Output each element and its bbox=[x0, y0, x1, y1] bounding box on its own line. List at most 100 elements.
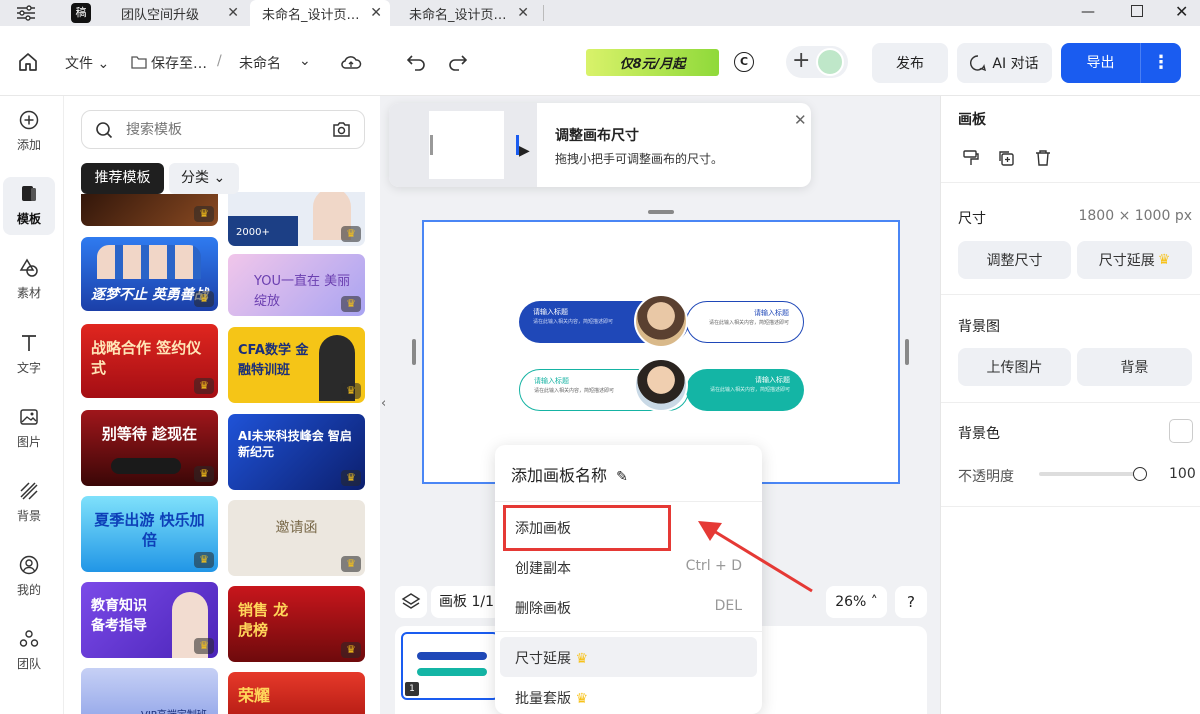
image-icon bbox=[20, 409, 38, 425]
format-painter-icon[interactable] bbox=[962, 149, 980, 167]
menu-item-batch-apply[interactable]: 批量套版 ♛ bbox=[515, 688, 588, 708]
collapse-panel-icon[interactable]: ‹ bbox=[381, 396, 391, 426]
template-card[interactable]: 逐梦不止 英勇善战 ♛ bbox=[81, 237, 218, 311]
promo-text: 仅8元/月起 bbox=[619, 57, 686, 72]
settings-icon[interactable] bbox=[16, 4, 36, 22]
edit-pencil-icon[interactable]: ✎ bbox=[616, 469, 628, 485]
camera-icon[interactable] bbox=[332, 121, 351, 138]
close-icon[interactable]: ✕ bbox=[794, 111, 807, 129]
artboard-photo-2[interactable] bbox=[634, 358, 688, 412]
crown-icon: ♛ bbox=[341, 556, 361, 572]
template-card[interactable]: 教育知识 备考指导 ♛ bbox=[81, 582, 218, 658]
layers-button[interactable] bbox=[395, 586, 427, 618]
rail-item-background[interactable]: 背景 bbox=[0, 481, 58, 524]
tab-design-1[interactable]: 未命名_设计页… ✕ bbox=[250, 0, 390, 26]
tab-label: 未命名_设计页… bbox=[262, 7, 360, 23]
publish-button[interactable]: 发布 bbox=[872, 43, 948, 83]
resize-handle-top[interactable] bbox=[648, 210, 674, 214]
page-indicator[interactable]: 画板 1/1 bbox=[431, 586, 501, 618]
minimize-icon[interactable]: — bbox=[1081, 4, 1095, 20]
template-card[interactable]: 2000+ ♛ bbox=[228, 192, 365, 246]
shapes-icon bbox=[19, 258, 38, 277]
export-button[interactable]: 导出 bbox=[1061, 43, 1140, 83]
search-input[interactable] bbox=[126, 119, 306, 141]
promo-banner[interactable]: 仅8元/月起 bbox=[586, 49, 719, 76]
cloud-sync-icon[interactable] bbox=[340, 53, 362, 71]
opacity-slider[interactable] bbox=[1039, 472, 1139, 476]
template-card[interactable]: YOU一直在 美丽绽放 ♛ bbox=[228, 254, 365, 316]
artboard-photo-1[interactable] bbox=[634, 294, 688, 348]
card-title: 战略合作 签约仪式 bbox=[91, 339, 202, 377]
save-to-button[interactable]: 保存至… bbox=[151, 53, 207, 73]
size-extend-button[interactable]: 尺寸延展 ♛ bbox=[1077, 241, 1192, 279]
tab-recommend[interactable]: 推荐模板 bbox=[81, 163, 164, 194]
copyright-icon[interactable]: C bbox=[734, 52, 754, 72]
rail-label: 添加 bbox=[16, 138, 41, 152]
menu-item-duplicate[interactable]: 创建副本 bbox=[515, 558, 571, 578]
resize-button[interactable]: 调整尺寸 bbox=[958, 241, 1071, 279]
opacity-slider-thumb[interactable] bbox=[1133, 467, 1147, 481]
page-number: 1 bbox=[405, 682, 419, 696]
template-card[interactable]: 别等待 趁现在 ♛ bbox=[81, 410, 218, 486]
menu-title[interactable]: 添加画板名称 ✎ bbox=[511, 462, 628, 486]
menu-item-delete[interactable]: 删除画板 bbox=[515, 598, 571, 618]
undo-icon[interactable] bbox=[407, 53, 427, 71]
search-icon bbox=[95, 121, 113, 139]
resize-handle-right[interactable] bbox=[905, 339, 909, 365]
card-title: 邀请函 bbox=[275, 520, 318, 536]
collaborators-group[interactable]: + bbox=[786, 46, 848, 78]
rail-item-mine[interactable]: 我的 bbox=[0, 555, 58, 598]
close-icon[interactable]: ✕ bbox=[227, 5, 239, 21]
add-member-icon[interactable]: + bbox=[792, 48, 810, 74]
bg-color-swatch[interactable] bbox=[1169, 419, 1193, 443]
template-card[interactable]: VIP高端定制班 bbox=[81, 668, 218, 714]
rail-item-elements[interactable]: 素材 bbox=[0, 258, 58, 301]
redo-icon[interactable] bbox=[447, 53, 467, 71]
template-card[interactable]: 邀请函 ♛ bbox=[228, 500, 365, 576]
rail-item-templates[interactable]: 模板 bbox=[0, 184, 58, 227]
artboard-pill-2[interactable]: 请输入标题 请在此输入相关内容，简短描述即可 bbox=[686, 301, 804, 343]
template-card[interactable]: 荣耀 bbox=[228, 672, 365, 714]
upload-image-button[interactable]: 上传图片 bbox=[958, 348, 1071, 386]
pill-title: 请输入标题 bbox=[534, 377, 569, 385]
maximize-icon[interactable] bbox=[1131, 5, 1143, 17]
resize-handle-left[interactable] bbox=[412, 339, 416, 365]
ai-chat-button[interactable]: AI 对话 bbox=[957, 43, 1052, 83]
trash-icon[interactable] bbox=[1034, 149, 1052, 167]
more-options-icon[interactable]: ⋮ bbox=[1141, 43, 1181, 83]
duplicate-icon[interactable] bbox=[997, 149, 1015, 167]
avatar[interactable] bbox=[816, 48, 844, 76]
tab-team-upgrade[interactable]: 团队空间升级 ✕ bbox=[109, 0, 247, 26]
pill-title: 请输入标题 bbox=[754, 309, 789, 317]
background-icon bbox=[20, 482, 38, 500]
template-card[interactable]: 战略合作 签约仪式 ♛ bbox=[81, 324, 218, 398]
template-card[interactable]: 夏季出游 快乐加倍 ♛ bbox=[81, 496, 218, 572]
page-thumbnail[interactable]: 1 bbox=[401, 632, 499, 700]
close-icon[interactable]: ✕ bbox=[370, 5, 382, 21]
template-card[interactable]: AI未来科技峰会 智启新纪元 ♛ bbox=[228, 414, 365, 490]
chevron-down-icon[interactable]: ⌄ bbox=[299, 53, 311, 69]
help-button[interactable]: ? bbox=[895, 586, 927, 618]
tab-design-2[interactable]: 未命名_设计页… ✕ bbox=[397, 0, 537, 26]
file-menu[interactable]: 文件 ⌄ bbox=[65, 53, 109, 73]
card-title: 荣耀 bbox=[238, 686, 271, 705]
background-button[interactable]: 背景 bbox=[1077, 348, 1192, 386]
rail-item-team[interactable]: 团队 bbox=[0, 629, 58, 672]
rail-item-images[interactable]: 图片 bbox=[0, 407, 58, 450]
template-card[interactable]: 销售 龙虎榜 ♛ bbox=[228, 586, 365, 662]
home-icon[interactable] bbox=[17, 51, 39, 73]
window-close-icon[interactable]: ✕ bbox=[1175, 2, 1188, 21]
menu-item-size-extend[interactable]: 尺寸延展 ♛ bbox=[515, 648, 588, 668]
artboard-pill-4[interactable]: 请输入标题 请在此输入相关内容，简短描述即可 bbox=[686, 369, 804, 411]
template-card[interactable]: ♛ bbox=[81, 192, 218, 226]
close-icon[interactable]: ✕ bbox=[517, 5, 529, 21]
size-label: 尺寸 bbox=[958, 211, 986, 227]
template-card[interactable]: CFA数学 金融特训班 ♛ bbox=[228, 327, 365, 403]
pill-body: 请在此输入相关内容，简短描述即可 bbox=[710, 387, 791, 393]
tab-category[interactable]: 分类 ⌄ bbox=[169, 163, 239, 194]
crown-icon: ♛ bbox=[575, 651, 589, 667]
document-name[interactable]: 未命名 bbox=[239, 53, 281, 73]
rail-item-add[interactable]: 添加 bbox=[0, 110, 58, 153]
zoom-control[interactable]: 26% ˄ bbox=[826, 586, 887, 618]
rail-item-text[interactable]: 文字 bbox=[0, 333, 58, 376]
